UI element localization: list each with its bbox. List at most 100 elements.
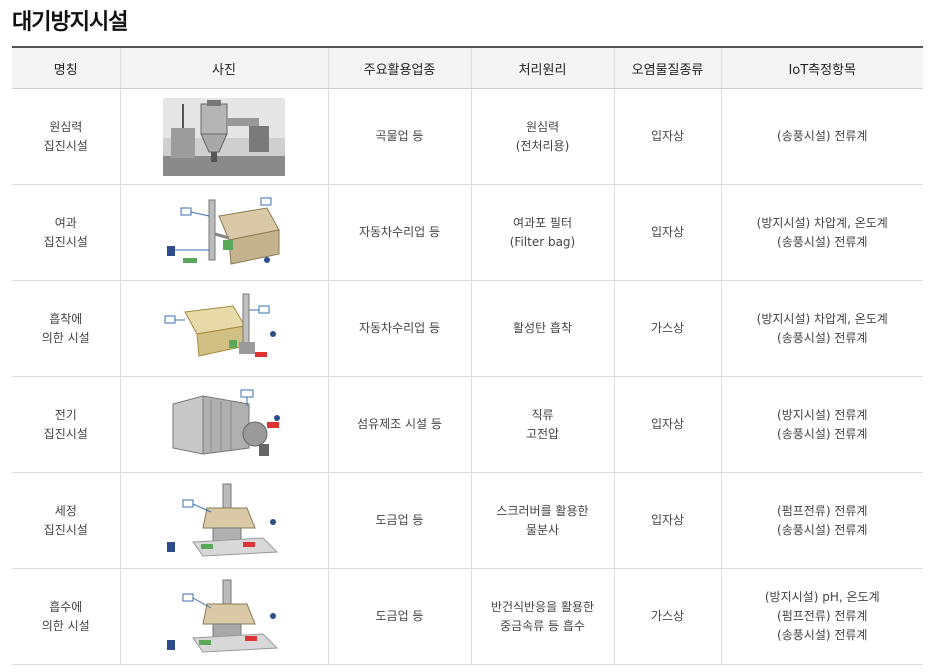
cell-name: 여과집진시설 (12, 184, 120, 281)
cell-industry-line: 섬유제조 시설 등 (357, 417, 442, 431)
cell-name-line: 원심력 (49, 119, 83, 134)
table-row: 세정집진시설 도금업 등 스크러버를 활용한 물분사 입자상 (펌프전류) 전류계 (송풍… (12, 472, 923, 569)
centrifugal-collector-photo (163, 97, 285, 176)
cell-name-line: 흡수에 (49, 599, 83, 614)
cell-iot-line: (송풍시설) 전류계 (777, 628, 868, 642)
table-row: 원심력 집진시설 곡물업 등 원심력 (전처리용) 입자상 (송풍시설) 전류계 (12, 88, 923, 185)
header-principle: 처리원리 (470, 46, 614, 89)
cell-principle: 원심력 (전처리용) (470, 88, 614, 185)
absorption-facility-diagram (167, 579, 279, 653)
cell-principle: 스크러버를 활용한 물분사 (470, 472, 614, 569)
cell-name: 세정집진시설 (12, 472, 120, 569)
table-row: 흡착에의한 시설 자동차수리업 등 활성탄 흡착 가스상 (방지시설) 차압계, 온도… (12, 280, 923, 377)
cell-industry: 자동차수리업 등 (327, 280, 471, 377)
cell-principle-line: 원심력 (525, 119, 560, 134)
cell-iot-line: (펌프전류) 전류계 (777, 609, 868, 623)
cell-pollutant-line: 입자상 (650, 417, 685, 431)
table-row: 전기집진시설 섬유제조 시설 등 직류고전압 입자상 (방지시설) 전류계 (송풍시설)… (12, 376, 923, 473)
cell-name: 전기집진시설 (12, 376, 120, 473)
cell-iot-line: (방지시설) pH, 온도계 (764, 590, 880, 604)
header-photo: 사진 (119, 46, 328, 89)
cell-industry-line: 도금업 등 (375, 513, 424, 527)
cell-iot: (방지시설) 차압계, 온도계 (송풍시설) 전류계 (720, 184, 923, 281)
cell-principle-line: 여과포 필터 (512, 215, 572, 230)
cell-photo (119, 184, 328, 281)
cell-name-line: 의한 시설 (41, 330, 90, 345)
filter-collector-diagram (167, 197, 280, 265)
cell-photo (119, 376, 328, 473)
cell-name-line: 세정 (54, 503, 77, 518)
cell-pollutant: 입자상 (613, 88, 721, 185)
cell-iot-line: (펌프전류) 전류계 (777, 503, 868, 518)
header-name: 명칭 (12, 46, 120, 89)
cell-principle-line: 활성탄 흡착 (512, 321, 572, 335)
cell-pollutant-line: 입자상 (650, 225, 685, 239)
cell-iot-line: (송풍시설) 전류계 (777, 426, 868, 441)
cell-name-line: 여과 (54, 215, 77, 230)
cell-pollutant: 입자상 (613, 376, 721, 473)
cell-industry: 도금업 등 (327, 568, 471, 665)
adsorption-facility-diagram (164, 293, 276, 357)
cell-iot-line: (송풍시설) 전류계 (777, 330, 868, 345)
header-pollutant: 오염물질종류 (613, 46, 721, 89)
cell-iot-line: (송풍시설) 전류계 (777, 129, 868, 143)
page-title: 대기방지시설 (12, 10, 128, 35)
cell-industry-line: 자동차수리업 등 (358, 321, 441, 335)
cell-principle-line: 고전압 (525, 426, 560, 441)
cell-pollutant-line: 가스상 (650, 321, 685, 335)
cell-principle: 직류고전압 (470, 376, 614, 473)
cell-iot-line: (송풍시설) 전류계 (777, 522, 868, 537)
cell-name-line: 집진시설 (43, 426, 88, 441)
cell-industry-line: 도금업 등 (375, 609, 424, 623)
cell-pollutant: 가스상 (613, 280, 721, 377)
cell-pollutant: 가스상 (613, 568, 721, 665)
facility-table: 명칭 사진 주요활용업종 처리원리 오염물질종류 IoT측정항목 원심력 집진시설… (12, 46, 923, 665)
cell-principle: 활성탄 흡착 (470, 280, 614, 377)
cell-industry-line: 곡물업 등 (375, 129, 424, 143)
cell-name-line: 집진시설 (43, 234, 88, 249)
cell-principle-line: 스크러버를 활용한 (496, 503, 589, 518)
cell-photo (119, 280, 328, 377)
cell-name-line: 전기 (54, 407, 77, 422)
header-industry: 주요활용업종 (327, 46, 471, 89)
cell-photo (119, 568, 328, 665)
cell-principle-line: (Filter bag) (509, 234, 576, 249)
header-iot: IoT측정항목 (720, 46, 923, 89)
scrubber-collector-diagram (167, 483, 279, 557)
cell-photo (119, 472, 328, 569)
cell-pollutant: 입자상 (613, 472, 721, 569)
table-row: 흡수에의한 시설 도금업 등 반건식반응을 활용한 중금속류 등 흡수 가스상 (방지시… (12, 568, 923, 665)
cell-iot-line: (방지시설) 차압계, 온도계 (756, 311, 888, 326)
cell-name: 원심력 집진시설 (12, 88, 120, 185)
cell-iot: (방지시설) pH, 온도계 (펌프전류) 전류계 (송풍시설) 전류계 (720, 568, 923, 665)
cell-pollutant-line: 가스상 (650, 609, 685, 623)
electrostatic-precipitator-diagram (172, 389, 280, 456)
cell-iot: (방지시설) 차압계, 온도계 (송풍시설) 전류계 (720, 280, 923, 377)
cell-industry: 자동차수리업 등 (327, 184, 471, 281)
cell-principle: 반건식반응을 활용한 중금속류 등 흡수 (470, 568, 614, 665)
cell-pollutant: 입자상 (613, 184, 721, 281)
cell-iot-line: (방지시설) 차압계, 온도계 (756, 215, 888, 230)
cell-industry-line: 자동차수리업 등 (358, 225, 441, 239)
table-header-row: 명칭 사진 주요활용업종 처리원리 오염물질종류 IoT측정항목 (12, 46, 923, 89)
cell-name-line: 의한 시설 (41, 618, 90, 633)
cell-iot-line: (방지시설) 전류계 (777, 407, 868, 422)
cell-industry: 곡물업 등 (327, 88, 471, 185)
cell-name: 흡착에의한 시설 (12, 280, 120, 377)
cell-industry: 도금업 등 (327, 472, 471, 569)
cell-pollutant-line: 입자상 (650, 129, 685, 143)
cell-iot: (펌프전류) 전류계 (송풍시설) 전류계 (720, 472, 923, 569)
table-row: 여과집진시설 자동차수리업 등 여과포 필터 (Filter bag) 입자상 (방지시… (12, 184, 923, 281)
cell-iot-line: (송풍시설) 전류계 (777, 234, 868, 249)
cell-industry: 섬유제조 시설 등 (327, 376, 471, 473)
cell-principle-line: 중금속류 등 흡수 (500, 618, 585, 633)
cell-name-line: 집진시설 (43, 522, 88, 537)
cell-principle-line: (전처리용) (515, 138, 570, 153)
cell-photo (119, 88, 328, 185)
cell-principle: 여과포 필터 (Filter bag) (470, 184, 614, 281)
cell-name: 흡수에의한 시설 (12, 568, 120, 665)
cell-iot: (송풍시설) 전류계 (720, 88, 923, 185)
cell-iot: (방지시설) 전류계 (송풍시설) 전류계 (720, 376, 923, 473)
cell-name-line: 흡착에 (49, 311, 83, 326)
cell-principle-line: 직류 (531, 407, 554, 422)
